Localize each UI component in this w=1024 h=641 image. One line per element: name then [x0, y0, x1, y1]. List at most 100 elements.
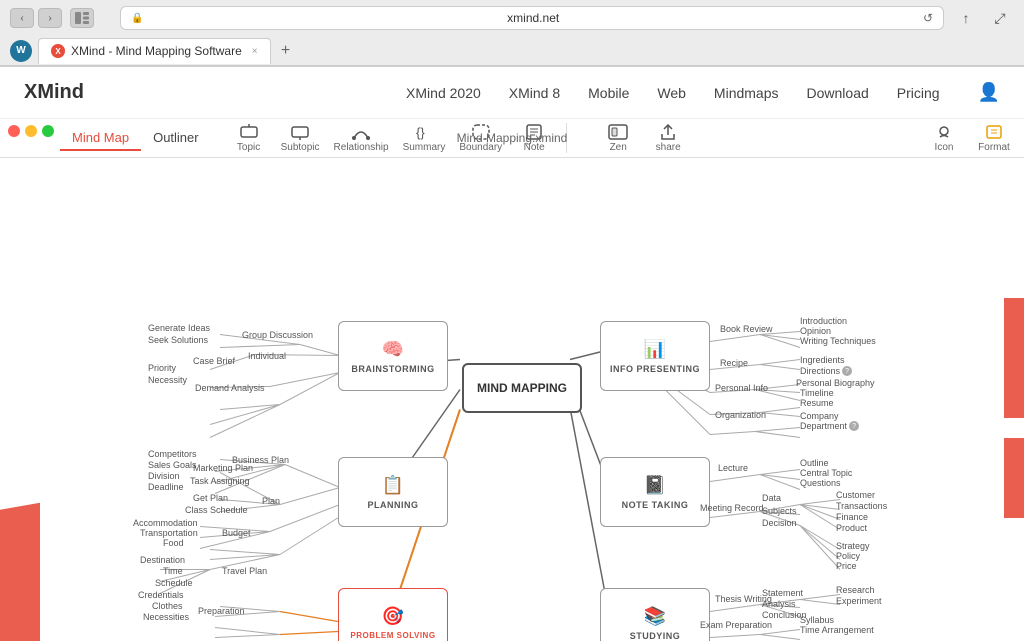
tool-share[interactable]: share	[650, 124, 686, 153]
leaf-organization: Organization	[715, 410, 766, 420]
reload-button[interactable]: ↺	[923, 11, 933, 25]
tool-icon[interactable]: Icon	[926, 124, 962, 153]
leaf-personal-info: Personal Info	[715, 383, 768, 393]
leaf-credentials: Credentials	[138, 590, 184, 600]
leaf-destination: Destination	[140, 555, 185, 565]
planning-node[interactable]: 📋 PLANNING	[338, 457, 448, 527]
nav-links: XMind 2020 XMind 8 Mobile Web Mindmaps D…	[406, 82, 1000, 103]
forward-button[interactable]: ›	[38, 8, 62, 28]
note-taking-node[interactable]: 📓 NOTE TAKING	[600, 457, 710, 527]
mindmap-canvas[interactable]: MIND MAPPING 🧠 BRAINSTORMING 📋 PLANNING …	[0, 158, 1024, 641]
sidebar-toggle-button[interactable]	[70, 8, 94, 28]
leaf-statement: Statement	[762, 588, 803, 598]
nav-link-xmind2020[interactable]: XMind 2020	[406, 85, 481, 101]
user-icon[interactable]: 👤	[978, 82, 1000, 103]
tool-relationship[interactable]: Relationship	[334, 124, 389, 153]
toolbar-right: Icon Format	[926, 124, 1012, 153]
fullscreen-button[interactable]: ⤢	[986, 7, 1014, 29]
leaf-budget: Budget	[222, 528, 251, 538]
app-nav: XMind XMind 2020 XMind 8 Mobile Web Mind…	[0, 67, 1024, 119]
leaf-experiment: Experiment	[836, 596, 882, 606]
browser-tab[interactable]: X XMind - Mind Mapping Software ×	[38, 38, 271, 64]
leaf-individual: Individual	[248, 351, 286, 361]
leaf-exam-preparation: Exam Preparation	[700, 620, 772, 630]
tool-summary-label: Summary	[403, 142, 446, 153]
maximize-window-button[interactable]	[42, 125, 54, 137]
brainstorming-node[interactable]: 🧠 BRAINSTORMING	[338, 321, 448, 391]
leaf-company: Company	[800, 411, 839, 421]
leaf-recipe: Recipe	[720, 358, 748, 368]
leaf-plan: Plan	[262, 496, 280, 506]
problem-solving-node[interactable]: 🎯 PROBLEM SOLVING	[338, 588, 448, 641]
leaf-central-topic: Central Topic	[800, 468, 852, 478]
leaf-outline: Outline	[800, 458, 829, 468]
tool-topic[interactable]: Topic	[231, 124, 267, 153]
app-window: XMind XMind 2020 XMind 8 Mobile Web Mind…	[0, 67, 1024, 641]
toolbar-filename: Mind Mapping.xmind	[457, 131, 568, 145]
leaf-class-schedule: Class Schedule	[185, 505, 248, 515]
info-presenting-icon: 📊	[644, 339, 666, 360]
tab-outliner[interactable]: Outliner	[141, 126, 211, 151]
share-button[interactable]: ↑	[952, 7, 980, 29]
tool-subtopic[interactable]: Subtopic	[281, 124, 320, 153]
leaf-get-plan: Get Plan	[193, 493, 228, 503]
browser-nav-buttons: ‹ ›	[10, 8, 62, 28]
brainstorming-label: BRAINSTORMING	[351, 364, 434, 374]
leaf-group-discussion: Group Discussion	[242, 330, 313, 340]
leaf-decision: Decision	[762, 518, 797, 528]
nav-link-xmind8[interactable]: XMind 8	[509, 85, 560, 101]
nav-link-mobile[interactable]: Mobile	[588, 85, 629, 101]
minimize-window-button[interactable]	[25, 125, 37, 137]
leaf-personal-biography: Personal Biography	[796, 378, 875, 388]
leaf-product: Product	[836, 523, 867, 533]
nav-link-mindmaps[interactable]: Mindmaps	[714, 85, 779, 101]
leaf-department: Department ?	[800, 421, 859, 431]
leaf-schedule: Schedule	[155, 578, 193, 588]
lock-icon: 🔒	[131, 13, 143, 24]
window-controls	[8, 125, 54, 137]
tool-icon-label: Icon	[935, 142, 954, 153]
center-node[interactable]: MIND MAPPING	[462, 363, 582, 413]
address-bar[interactable]: 🔒 xmind.net ↺	[120, 6, 944, 30]
note-taking-icon: 📓	[644, 475, 666, 496]
close-window-button[interactable]	[8, 125, 20, 137]
toolbar-wrap: Mind Map Outliner Mind Mapping.xmind Top…	[0, 119, 1024, 158]
leaf-accommodation: Accommodation	[133, 518, 198, 528]
leaf-timeline: Timeline	[800, 388, 834, 398]
leaf-finance: Finance	[836, 512, 868, 522]
tool-subtopic-label: Subtopic	[281, 142, 320, 153]
leaf-priority: Priority	[148, 363, 176, 373]
studying-node[interactable]: 📚 STUDYING	[600, 588, 710, 641]
leaf-competitors: Competitors	[148, 449, 197, 459]
tool-summary[interactable]: {} Summary	[403, 124, 446, 153]
leaf-book-review: Book Review	[720, 324, 773, 334]
tool-zen[interactable]: Zen	[600, 124, 636, 153]
note-taking-label: NOTE TAKING	[622, 500, 689, 510]
problem-solving-icon: 🎯	[382, 606, 404, 627]
tab-favicon: X	[51, 44, 65, 58]
browser-actions: ↑ ⤢	[952, 7, 1014, 29]
center-node-label: MIND MAPPING	[477, 381, 567, 395]
info-presenting-label: INFO PRESENTING	[610, 364, 700, 374]
leaf-demand-analysis: Demand Analysis	[195, 383, 265, 393]
nav-link-web[interactable]: Web	[657, 85, 686, 101]
leaf-task-assigning: Task Assigning	[190, 476, 250, 486]
leaf-clothes: Clothes	[152, 601, 183, 611]
add-tab-button[interactable]: +	[275, 40, 297, 62]
back-button[interactable]: ‹	[10, 8, 34, 28]
tab-mindmap[interactable]: Mind Map	[60, 126, 141, 151]
tool-share-label: share	[656, 142, 681, 153]
nav-link-download[interactable]: Download	[807, 85, 869, 101]
leaf-writing-techniques: Writing Techniques	[800, 336, 876, 346]
leaf-marketing-plan: Marketing Plan	[193, 463, 253, 473]
info-presenting-node[interactable]: 📊 INFO PRESENTING	[600, 321, 710, 391]
leaf-sales-goals: Sales Goals	[148, 460, 197, 470]
tool-format[interactable]: Format	[976, 124, 1012, 153]
leaf-food: Food	[163, 538, 184, 548]
nav-link-pricing[interactable]: Pricing	[897, 85, 940, 101]
brainstorming-icon: 🧠	[382, 339, 404, 360]
leaf-generate-ideas: Generate Ideas	[148, 323, 210, 333]
tool-relationship-label: Relationship	[334, 142, 389, 153]
tab-close-button[interactable]: ×	[252, 46, 258, 57]
tool-zen-label: Zen	[610, 142, 627, 153]
